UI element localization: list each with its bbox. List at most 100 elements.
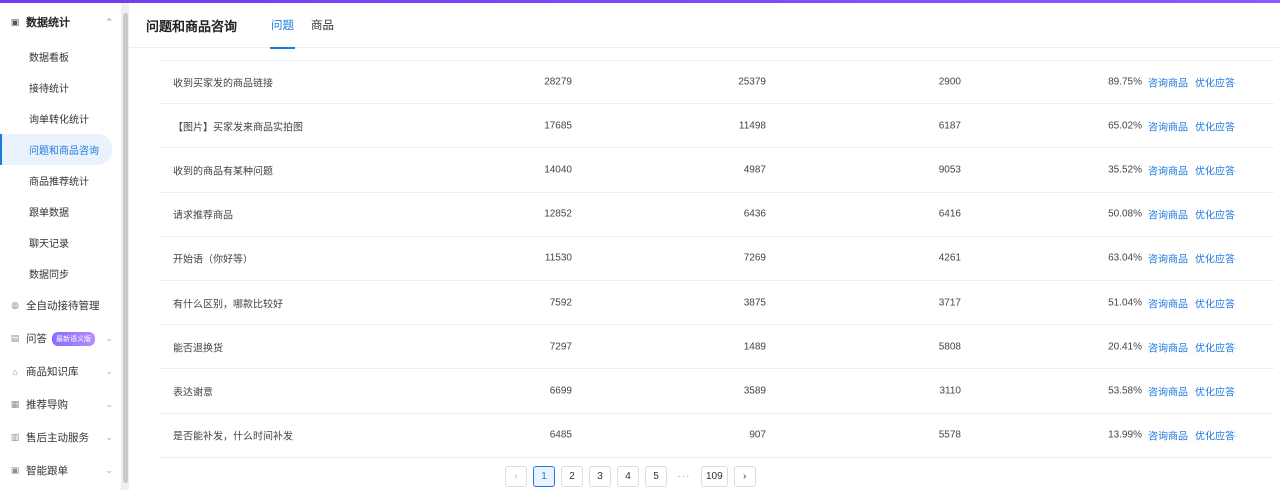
guide-icon: ▦ [10,399,20,409]
question-name: 收到的商品有某种问题 [173,166,273,178]
optimize-answer-link[interactable]: 优化应答 [1195,251,1235,266]
question-name: 表达谢意 [173,387,213,399]
chat-icon: ▤ [10,333,20,343]
sidebar-item[interactable]: 接待统计 [0,72,121,103]
next-page-button[interactable]: › [733,466,756,487]
sidebar-item[interactable]: 数据看板 [0,41,121,72]
count-total: 11530 [544,252,572,264]
consult-product-link[interactable]: 咨询商品 [1148,75,1188,90]
optimize-answer-link[interactable]: 优化应答 [1195,383,1235,398]
consult-product-link[interactable]: 咨询商品 [1148,383,1188,398]
scrollbar-thumb[interactable] [123,13,128,483]
answer-rate: 89.75% [1108,76,1142,88]
optimize-answer-link[interactable]: 优化应答 [1195,118,1235,133]
optimize-answer-link[interactable]: 优化应答 [1195,339,1235,354]
sidebar-nav-item[interactable]: ▦ 推荐导购 ⌄ [0,388,121,421]
question-name: 【图片】买家发来商品实拍图 [173,122,303,134]
count-unanswered: 3717 [938,297,961,309]
chevron-down-icon: ⌄ [105,399,113,409]
count-total: 7592 [549,297,572,309]
answer-rate: 35.52% [1108,164,1142,176]
version-badge: 最新语义版 [52,331,95,346]
table-row: 收到买家发的商品链接 28279 25379 2900 89.75% 咨询商品 优化应答 [160,60,1274,105]
answer-rate: 53.58% [1108,385,1142,397]
sidebar-nav-label: 推荐导购 [26,399,68,411]
sidebar-item[interactable]: 数据同步 [0,258,121,289]
consult-product-link[interactable]: 咨询商品 [1148,207,1188,222]
answer-rate: 63.04% [1108,252,1142,264]
consult-product-link[interactable]: 咨询商品 [1148,428,1188,443]
sidebar-item[interactable]: 询单转化统计 [0,103,121,134]
count-answered: 1489 [743,341,766,353]
sidebar-item[interactable]: 问题和商品咨询 [0,134,112,165]
store-icon: ⌂ [12,366,18,377]
sidebar-group-label: 数据统计 [26,17,70,29]
sidebar-nav-item[interactable]: ◍ 全自动接待管理 [0,289,121,322]
question-name: 有什么区别，哪款比较好 [173,299,283,311]
table-row: 【图片】买家发来商品实拍图 17685 11498 6187 65.02% 咨询商品 优化应… [160,104,1274,149]
count-total: 6485 [549,429,572,441]
sidebar-nav-label: 商品知识库 [26,366,79,378]
table-row: 有什么区别，哪款比较好 7592 3875 3717 51.04% 咨询商品 优化应答 [160,281,1274,326]
count-total: 6699 [549,385,572,397]
page-header: 问题和商品咨询 问题 商品 [129,3,1280,49]
last-page-button[interactable]: 109 [701,466,728,487]
sidebar-item[interactable]: 跟单数据 [0,196,121,227]
chevron-down-icon: ⌄ [105,366,113,376]
page-button[interactable]: 5 [645,466,667,487]
consult-product-link[interactable]: 咨询商品 [1148,118,1188,133]
count-answered: 25379 [738,76,766,88]
count-answered: 3875 [743,297,766,309]
question-name: 开始语（你好等） [173,254,253,266]
sidebar-nav-item[interactable]: ⌂ 商品知识库 ⌄ [0,355,121,388]
page-button[interactable]: 2 [561,466,583,487]
question-name: 是否能补发，什么时间补发 [173,431,293,443]
robot-icon: ◍ [11,300,19,310]
sidebar-nav-label: 售后主动服务 [26,432,89,444]
sidebar-nav-list: ◍ 全自动接待管理 ▤ 问答 最新语义版 ⌄ ⌂ 商品知识库 ⌄ ▦ 推荐导购 ⌄ ▥ 售后主动服务 ⌄ ▣ 智… [0,289,121,487]
consult-product-link[interactable]: 咨询商品 [1148,339,1188,354]
tab-questions[interactable]: 问题 [270,3,296,49]
sidebar-item[interactable]: 商品推荐统计 [0,165,121,196]
consult-product-link[interactable]: 咨询商品 [1148,162,1188,177]
table-row: 收到的商品有某种问题 14040 4987 9053 35.52% 咨询商品 优化应答 [160,148,1274,193]
question-name: 能否退换货 [173,343,223,355]
count-unanswered: 6187 [938,120,961,132]
sidebar-nav-label: 问答 [26,333,47,345]
sidebar-group-data-stats[interactable]: ▣ 数据统计 ⌃ [0,3,121,41]
table-row: 能否退换货 7297 1489 5808 20.41% 咨询商品 优化应答 [160,325,1274,370]
optimize-answer-link[interactable]: 优化应答 [1195,207,1235,222]
table-row: 请求推荐商品 12852 6436 6416 50.08% 咨询商品 优化应答 [160,193,1274,237]
sidebar-scrollbar[interactable] [122,3,129,490]
chevron-up-icon: ⌃ [105,16,113,27]
sidebar-nav-item[interactable]: ▤ 问答 最新语义版 ⌄ [0,322,121,355]
answer-rate: 20.41% [1108,341,1142,353]
optimize-answer-link[interactable]: 优化应答 [1195,75,1235,90]
pagination: ‹ 1 2 3 4 5 ··· 109 › [505,466,756,487]
consult-product-link[interactable]: 咨询商品 [1148,251,1188,266]
page-ellipsis[interactable]: ··· [673,466,695,487]
count-unanswered: 4261 [938,252,961,264]
count-answered: 3589 [743,385,766,397]
count-answered: 4987 [743,164,766,176]
stats-table: 收到买家发的商品链接 28279 25379 2900 89.75% 咨询商品 优化应答 【图… [160,60,1274,458]
sidebar-nav-item[interactable]: ▥ 售后主动服务 ⌄ [0,421,121,454]
optimize-answer-link[interactable]: 优化应答 [1195,162,1235,177]
follow-icon: ▣ [10,465,20,475]
sidebar-item[interactable]: 聊天记录 [0,227,121,258]
count-unanswered: 6416 [938,208,961,220]
optimize-answer-link[interactable]: 优化应答 [1195,428,1235,443]
optimize-answer-link[interactable]: 优化应答 [1195,295,1235,310]
page-button[interactable]: 4 [617,466,639,487]
sidebar-nav-label: 全自动接待管理 [26,300,100,312]
prev-page-button[interactable]: ‹ [505,466,527,487]
question-name: 请求推荐商品 [173,210,233,222]
page-button[interactable]: 3 [589,466,611,487]
count-answered: 11498 [738,120,766,132]
sidebar-nav-item[interactable]: ▣ 智能跟单 ⌄ [0,454,121,487]
tab-products[interactable]: 商品 [311,3,334,48]
table-row: 表达谢意 6699 3589 3110 53.58% 咨询商品 优化应答 [160,369,1274,414]
count-total: 17685 [544,120,572,132]
consult-product-link[interactable]: 咨询商品 [1148,295,1188,310]
page-button[interactable]: 1 [533,466,555,487]
